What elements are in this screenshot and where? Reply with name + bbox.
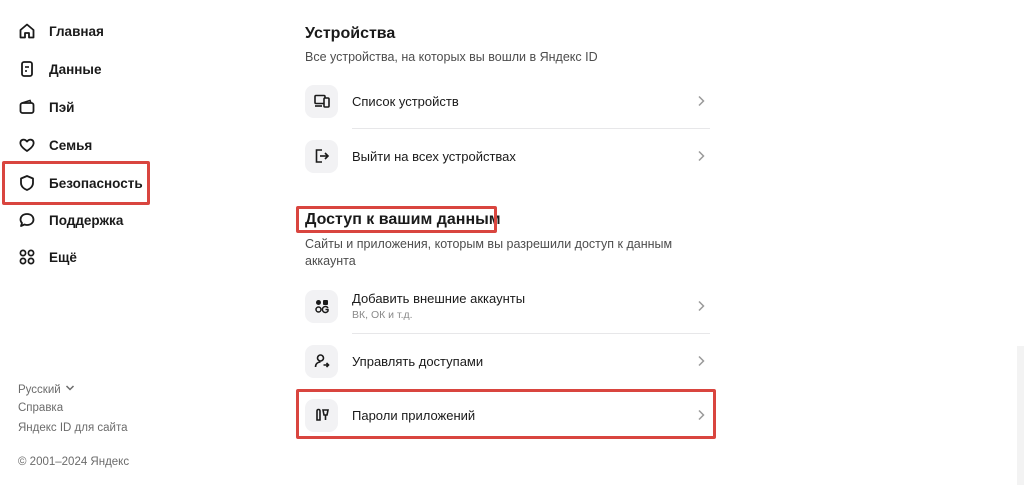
chevron-right-icon	[694, 94, 708, 108]
wallet-icon	[17, 97, 37, 117]
language-selector[interactable]: Русский	[18, 380, 129, 401]
sidebar-item-security[interactable]: Безопасность	[10, 166, 145, 200]
sidebar-item-label: Данные	[49, 61, 102, 77]
access-title-highlight-frame	[296, 206, 497, 233]
sidebar-item-label: Ещё	[49, 249, 77, 265]
row-label: Управлять доступами	[352, 353, 484, 369]
home-icon	[17, 21, 37, 41]
shield-icon	[17, 173, 37, 193]
row-label: Список устройств	[352, 93, 459, 109]
sidebar-item-home[interactable]: Главная	[10, 14, 145, 48]
manage-access-row[interactable]: Управлять доступами	[305, 344, 710, 378]
external-accounts-icon	[305, 289, 338, 323]
sidebar-item-label: Главная	[49, 23, 104, 39]
language-label: Русский	[18, 384, 61, 397]
sidebar-footer: Русский Справка Яндекс ID для сайта © 20…	[18, 380, 129, 475]
sidebar-item-support[interactable]: Поддержка	[10, 203, 145, 237]
help-link[interactable]: Справка	[18, 401, 129, 422]
sidebar-item-label: Семья	[49, 137, 93, 153]
row-label: Выйти на всех устройствах	[352, 148, 516, 164]
chevron-right-icon	[694, 299, 708, 313]
logout-all-row[interactable]: Выйти на всех устройствах	[305, 139, 710, 173]
add-external-accounts-row[interactable]: Добавить внешние аккаунты ВК, ОК и т.д.	[305, 288, 710, 324]
logout-icon	[305, 139, 338, 173]
devices-icon	[305, 84, 338, 118]
copyright: © 2001–2024 Яндекс	[18, 455, 130, 468]
row-label: Добавить внешние аккаунты	[352, 291, 526, 306]
sidebar-item-more[interactable]: Ещё	[10, 240, 145, 274]
access-description: Сайты и приложения, которым вы разрешили…	[305, 237, 673, 268]
app-passwords-highlight-frame	[296, 389, 716, 439]
chevron-right-icon	[694, 149, 708, 163]
id-card-icon	[17, 59, 37, 79]
heart-icon	[17, 135, 37, 155]
sidebar-item-label: Безопасность	[49, 175, 143, 191]
devices-description: Все устройства, на которых вы вошли в Ян…	[305, 50, 598, 64]
row-sublabel: ВК, ОК и т.д.	[352, 309, 413, 321]
devices-title: Устройства	[305, 25, 396, 42]
sidebar-item-label: Пэй	[49, 99, 75, 115]
chevron-right-icon	[694, 354, 708, 368]
sidebar-item-pay[interactable]: Пэй	[10, 90, 145, 124]
grid-icon	[17, 247, 37, 267]
divider	[352, 128, 710, 129]
sidebar-item-label: Поддержка	[49, 212, 124, 228]
device-list-row[interactable]: Список устройств	[305, 84, 710, 118]
chevron-down-icon	[65, 383, 75, 397]
sidebar-item-family[interactable]: Семья	[10, 128, 145, 162]
chat-icon	[17, 210, 37, 230]
sidebar: Главная Данные Пэй Семья Безопасность По…	[0, 0, 200, 485]
scrollbar[interactable]	[1017, 346, 1024, 485]
sidebar-item-data[interactable]: Данные	[10, 52, 145, 86]
divider	[352, 333, 710, 334]
id-for-site-link[interactable]: Яндекс ID для сайта	[18, 421, 129, 442]
manage-access-icon	[305, 344, 338, 378]
